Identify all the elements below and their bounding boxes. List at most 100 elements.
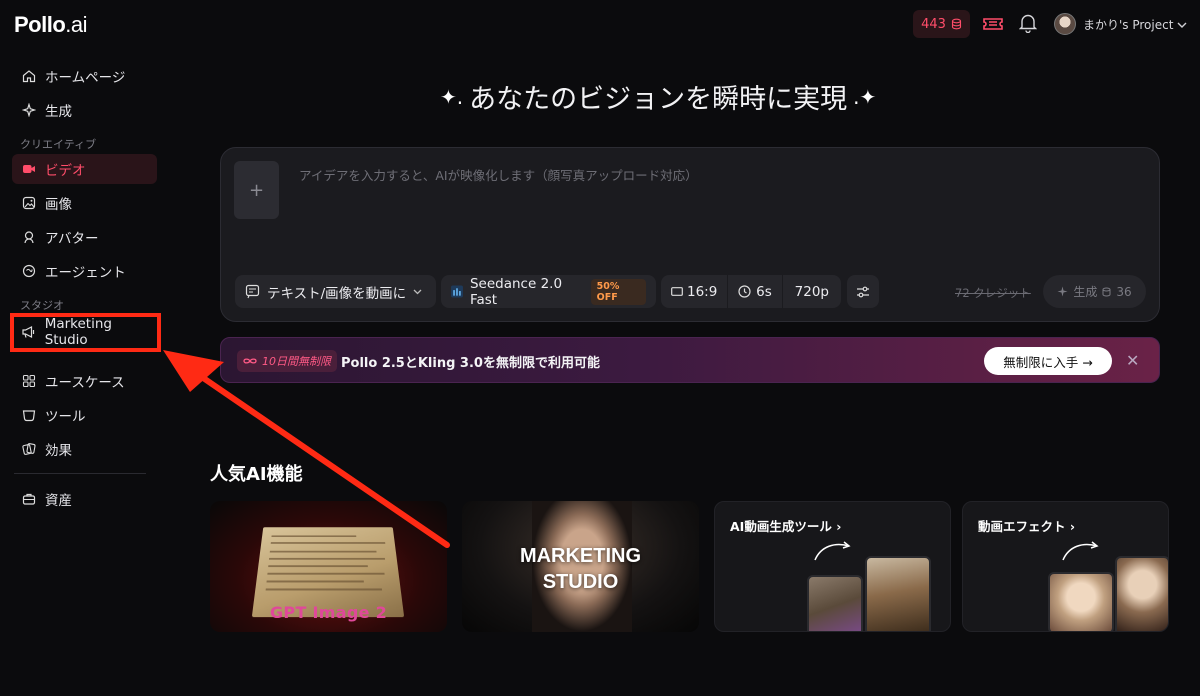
sidebar-item-label: アバター	[45, 231, 99, 247]
sidebar-item-avatar[interactable]: アバター	[12, 222, 157, 252]
video-settings-group: 16:9 6s 720p	[661, 275, 841, 308]
feature-card-label: GPT Image 2	[270, 603, 388, 622]
popular-section-title: 人気AI機能	[210, 464, 303, 485]
curved-arrow-icon	[1062, 541, 1099, 561]
sparkle-icon	[1057, 286, 1068, 297]
sparkle-icon	[21, 102, 37, 118]
grid-icon	[21, 373, 37, 389]
sidebar-item-video[interactable]: ビデオ	[12, 154, 157, 184]
sidebar-divider	[14, 473, 146, 474]
effects-icon	[21, 441, 37, 457]
aspect-ratio-icon	[671, 287, 683, 296]
model-name: Seedance 2.0 Fast	[469, 275, 563, 308]
sidebar-item-use-cases[interactable]: ユースケース	[12, 366, 157, 396]
pollo-logo[interactable]: Pollo.ai	[14, 12, 88, 38]
sidebar-item-assets[interactable]: 資産	[12, 484, 157, 514]
sidebar-item-home[interactable]: ホームページ	[12, 61, 157, 91]
label-line: MARKETING	[519, 545, 642, 567]
label-line: STUDIO	[542, 571, 619, 593]
resolution-selector[interactable]: 720p	[783, 275, 841, 308]
feature-card-marketing-studio[interactable]: MARKETING STUDIO	[462, 501, 699, 632]
credits-value: 443	[921, 16, 946, 32]
coin-stack-icon	[1102, 287, 1111, 297]
chevron-right-icon: ›	[836, 519, 842, 534]
feature-card-ai-video-tools[interactable]: AI動画生成ツール ›	[714, 501, 951, 632]
sidebar-item-label: 効果	[45, 443, 72, 459]
sidebar-item-label: 資産	[45, 493, 72, 509]
page-title: ✦. あなたのビジョンを瞬時に実現 .✦	[440, 77, 940, 116]
aspect-ratio-selector[interactable]: 16:9	[661, 275, 727, 308]
ticket-icon[interactable]	[982, 14, 1004, 34]
feature-card-label-text: 動画エフェクト	[978, 519, 1066, 534]
avatar[interactable]	[1054, 13, 1076, 35]
credits-badge[interactable]: 443	[913, 10, 970, 38]
chevron-right-icon: ›	[1069, 519, 1076, 534]
section-label-studio: スタジオ	[20, 299, 64, 312]
sidebar-item-tools[interactable]: ツール	[12, 400, 157, 430]
sidebar-item-label: ツール	[45, 409, 86, 425]
after-thumbnail	[1115, 556, 1168, 631]
prompt-panel: + アイデアを入力すると、AIが映像化します（顔写真アップロード対応） テキスト…	[220, 147, 1160, 322]
feature-card-gpt-image[interactable]: GPT Image 2	[210, 501, 447, 632]
sidebar-item-effects[interactable]: 効果	[12, 434, 157, 464]
sidebar-item-image[interactable]: 画像	[12, 188, 157, 218]
close-icon[interactable]: ✕	[1126, 351, 1139, 370]
section-label-creative: クリエイティブ	[20, 138, 97, 151]
after-thumbnail	[865, 556, 931, 631]
original-price: 72 クレジット	[955, 286, 1031, 300]
promo-banner: 10日間無制限 Pollo 2.5とKling 3.0を無制限で利用可能 無制限…	[220, 337, 1160, 383]
chevron-down-icon	[413, 289, 422, 294]
sidebar-item-generate[interactable]: 生成	[12, 95, 157, 125]
annotation-highlight-box	[10, 313, 161, 352]
curved-arrow-icon	[814, 541, 851, 561]
page-title-text: あなたのビジョンを瞬時に実現	[469, 84, 848, 115]
mode-selector[interactable]: テキスト/画像を動画に	[235, 275, 436, 308]
coin-stack-icon	[951, 18, 961, 30]
mode-label: テキスト/画像を動画に	[267, 285, 407, 302]
bell-icon[interactable]	[1018, 13, 1039, 35]
model-bars-icon	[451, 285, 463, 298]
sparkle-icon: .✦	[853, 84, 877, 109]
get-unlimited-button[interactable]: 無制限に入手 →	[984, 347, 1112, 375]
aspect-ratio-value: 16:9	[687, 283, 718, 300]
sparkle-icon: ✦.	[440, 84, 464, 109]
sidebar-item-label: 生成	[45, 104, 72, 120]
avatar-icon	[21, 229, 37, 245]
briefcase-icon	[21, 491, 37, 507]
generate-button[interactable]: 生成 36	[1043, 275, 1146, 308]
feature-card-label-text: AI動画生成ツール	[730, 519, 832, 534]
promo-tag: 10日間無制限	[237, 350, 337, 372]
before-thumbnail	[807, 575, 863, 631]
generate-cost: 36	[1116, 284, 1132, 299]
resolution-value: 720p	[794, 283, 829, 300]
sliders-icon	[857, 286, 869, 297]
feature-card-label: 動画エフェクト ›	[978, 516, 1075, 535]
sidebar-item-label: ホームページ	[45, 70, 126, 86]
home-icon	[21, 68, 37, 84]
agent-icon	[21, 263, 37, 279]
chat-video-icon	[245, 284, 260, 299]
promo-text: Pollo 2.5とKling 3.0を無制限で利用可能	[341, 356, 600, 371]
infinity-icon	[243, 358, 257, 364]
promo-tag-text: 10日間無制限	[262, 355, 331, 368]
chevron-down-icon	[1177, 22, 1187, 28]
sidebar-item-label: エージェント	[45, 265, 126, 281]
before-thumbnail	[1048, 572, 1114, 631]
generate-label: 生成	[1073, 285, 1098, 299]
duration-value: 6s	[756, 283, 772, 300]
feature-card-label: AI動画生成ツール ›	[730, 516, 841, 535]
prompt-input[interactable]: アイデアを入力すると、AIが映像化します（顔写真アップロード対応）	[299, 165, 698, 184]
duration-selector[interactable]: 6s	[728, 275, 782, 308]
sidebar-item-agent[interactable]: エージェント	[12, 256, 157, 286]
feature-card-video-effects[interactable]: 動画エフェクト ›	[962, 501, 1169, 632]
project-switcher[interactable]: まかり's Project	[1083, 16, 1187, 33]
upload-image-button[interactable]: +	[234, 161, 279, 219]
discount-badge: 50% OFF	[590, 278, 646, 305]
tool-icon	[21, 407, 37, 423]
sidebar-item-label: ビデオ	[45, 163, 86, 179]
advanced-settings-button[interactable]	[847, 275, 879, 308]
model-selector[interactable]: Seedance 2.0 Fast 50% OFF	[441, 275, 656, 308]
sidebar: Pollo.ai ホームページ 生成 クリエイティブ ビデオ 画像 アバター エ…	[0, 0, 170, 696]
project-name: まかり's Project	[1083, 18, 1174, 32]
video-icon	[21, 161, 37, 177]
